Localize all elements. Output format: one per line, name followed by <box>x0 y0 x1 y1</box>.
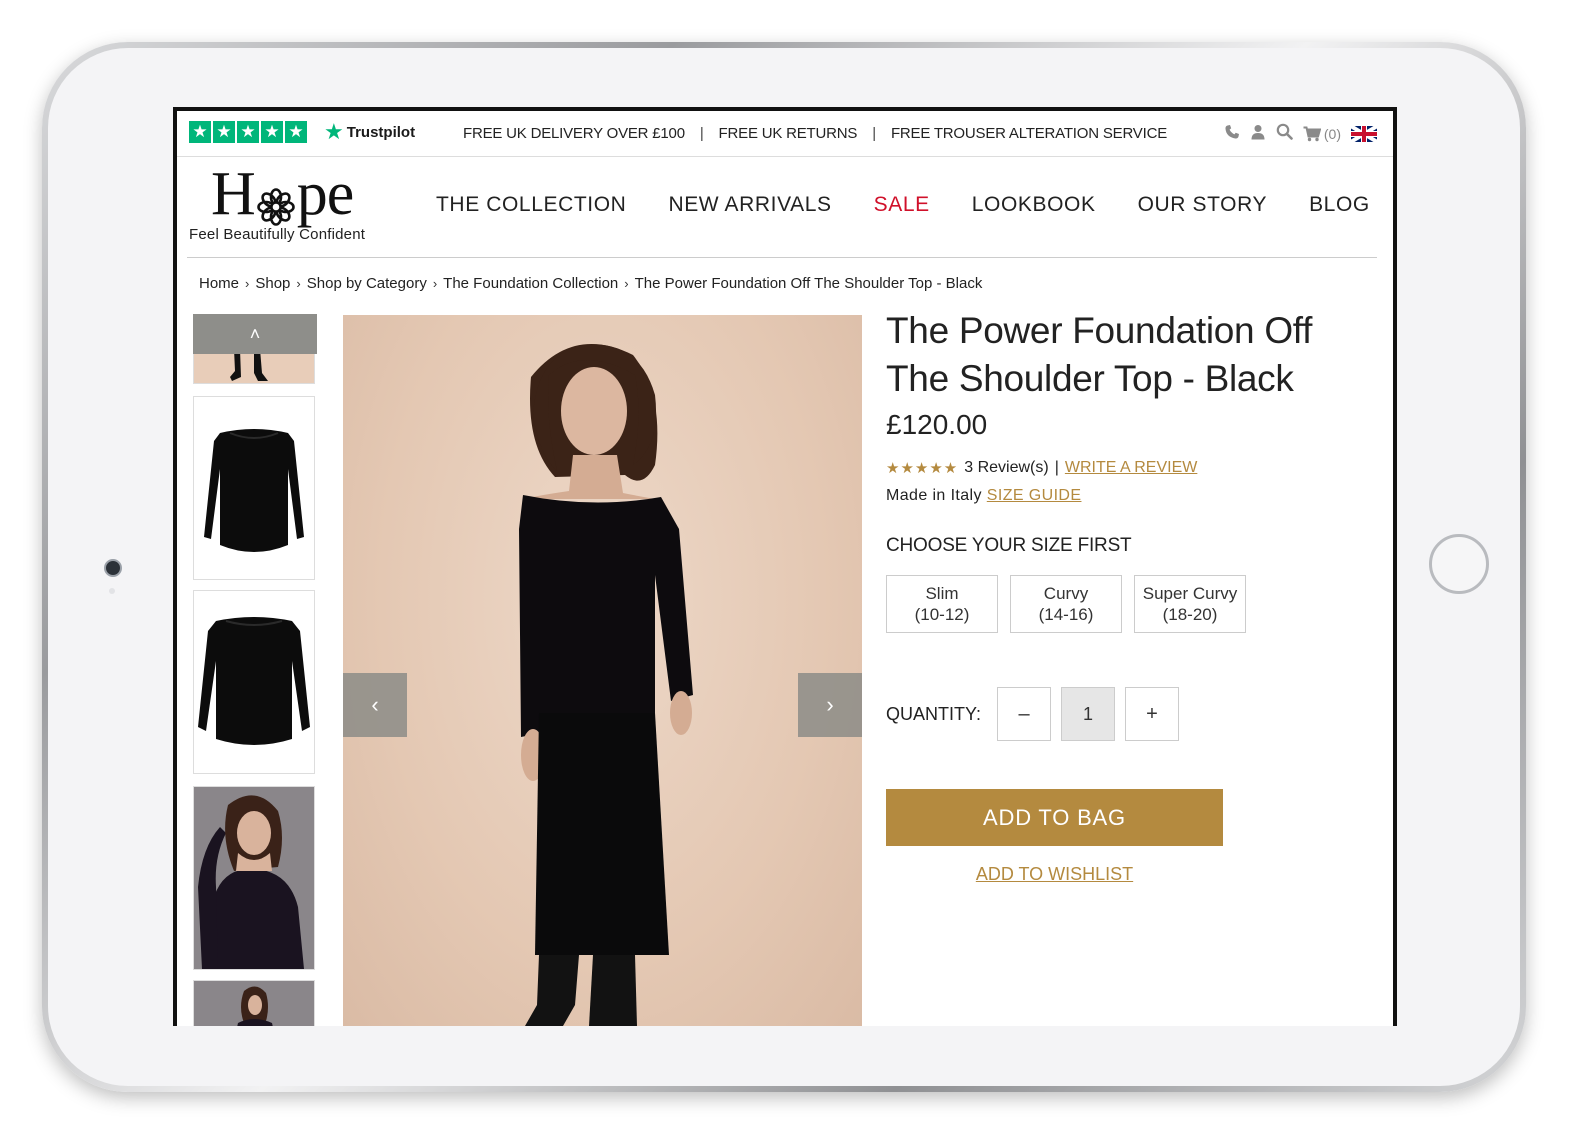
breadcrumb-foundation-collection[interactable]: The Foundation Collection <box>443 275 618 292</box>
rating-stars: ★★★★★ <box>886 460 959 477</box>
top-bar: ★ ★ ★ ★ ★ ★ Trustpilot FREE UK DELIVERY … <box>177 111 1393 157</box>
quantity-increase-button[interactable]: + <box>1125 687 1180 741</box>
made-in-label: Made in Italy <box>886 487 982 504</box>
main-product-image[interactable]: ‹ › <box>343 315 862 1026</box>
size-name: Curvy <box>1043 584 1089 603</box>
size-range: (18-20) <box>1162 605 1218 624</box>
size-option-slim[interactable]: Slim (10-12) <box>886 575 998 633</box>
product-thumbnail[interactable] <box>193 396 315 580</box>
logo-wordmark: H pe <box>189 161 365 227</box>
promo-separator: | <box>699 125 704 142</box>
product-price: £120.00 <box>886 409 988 440</box>
product-thumbnail[interactable] <box>193 786 315 970</box>
uk-flag-icon[interactable] <box>1351 126 1377 142</box>
prev-image-button[interactable]: ‹ <box>343 673 407 737</box>
size-name: Slim <box>925 584 959 603</box>
trustpilot-star-icon: ★ <box>237 121 259 143</box>
promo-returns[interactable]: FREE UK RETURNS <box>719 125 858 142</box>
nav-item-lookbook[interactable]: LOOKBOOK <box>972 193 1096 217</box>
logo-letters-right: pe <box>296 160 355 228</box>
tablet-screen: ★ ★ ★ ★ ★ ★ Trustpilot FREE UK DELIVERY … <box>173 107 1397 1026</box>
size-option-super-curvy[interactable]: Super Curvy (18-20) <box>1134 575 1246 633</box>
trustpilot-rating[interactable]: ★ ★ ★ ★ ★ <box>189 121 307 143</box>
promo-separator: | <box>872 125 876 142</box>
promo-strip: FREE UK DELIVERY OVER £100 | FREE UK RET… <box>463 125 1167 142</box>
logo-tagline: Feel Beautifully Confident <box>189 226 366 243</box>
cart-count: (0) <box>1323 126 1341 142</box>
product-thumbnail[interactable] <box>193 980 315 1026</box>
thumbnail-scroll-up-button[interactable]: ˄ <box>193 314 317 354</box>
nav-item-blog[interactable]: BLOG <box>1309 193 1370 217</box>
breadcrumb-current-product: The Power Foundation Off The Shoulder To… <box>634 275 983 292</box>
add-to-wishlist-link[interactable]: ADD TO WISHLIST <box>886 864 1223 885</box>
header-divider <box>187 257 1377 258</box>
flower-logo-icon <box>256 174 296 226</box>
product-details: The Power Foundation Off The Shoulder To… <box>886 307 1356 885</box>
breadcrumb-home[interactable]: Home <box>199 275 239 292</box>
breadcrumb-chevron-icon: › <box>432 276 438 291</box>
product-title: The Power Foundation Off The Shoulder To… <box>886 310 1313 399</box>
sensor-dot <box>109 588 115 594</box>
quantity-decrease-button[interactable]: – <box>997 687 1052 741</box>
add-to-bag-button[interactable]: ADD TO BAG <box>886 789 1223 846</box>
breadcrumb-shop-by-category[interactable]: Shop by Category <box>307 275 427 292</box>
chevron-up-icon: ˄ <box>249 324 261 344</box>
breadcrumb-chevron-icon: › <box>296 276 301 291</box>
breadcrumb-chevron-icon: › <box>624 276 629 291</box>
next-image-button[interactable]: › <box>798 673 862 737</box>
trustpilot-brand: Trustpilot <box>346 123 416 141</box>
breadcrumb-shop[interactable]: Shop <box>255 275 290 292</box>
trustpilot-star-icon: ★ <box>285 121 307 143</box>
trustpilot-star-icon: ★ <box>213 121 235 143</box>
choose-size-heading: CHOOSE YOUR SIZE FIRST <box>886 535 1132 556</box>
review-separator: | <box>1054 459 1059 476</box>
quantity-stepper: QUANTITY: – 1 + <box>886 687 1356 741</box>
rating-row: ★★★★★ 3 Review(s) | WRITE A REVIEW <box>886 459 1356 477</box>
promo-delivery[interactable]: FREE UK DELIVERY OVER £100 <box>463 125 685 142</box>
site-logo[interactable]: H pe Feel Beautifully Confident <box>189 161 365 243</box>
write-review-link[interactable]: WRITE A REVIEW <box>1065 459 1197 477</box>
trustpilot-logo[interactable]: ★ Trustpilot <box>324 121 415 143</box>
size-range: (14-16) <box>1038 605 1094 624</box>
nav-item-new-arrivals[interactable]: NEW ARRIVALS <box>668 193 831 217</box>
breadcrumb-chevron-icon: › <box>245 276 250 291</box>
quantity-label: QUANTITY: <box>886 703 982 724</box>
size-guide-link[interactable]: SIZE GUIDE <box>987 487 1082 504</box>
breadcrumb: Home › Shop › Shop by Category › The Fou… <box>199 275 982 292</box>
quantity-input[interactable]: 1 <box>1061 687 1116 741</box>
trustpilot-star-icon: ★ <box>189 121 211 143</box>
nav-item-collection[interactable]: THE COLLECTION <box>436 193 626 217</box>
chevron-left-icon: ‹ <box>371 692 379 717</box>
nav-item-our-story[interactable]: OUR STORY <box>1138 193 1267 217</box>
main-nav: THE COLLECTION NEW ARRIVALS SALE LOOKBOO… <box>436 193 1370 217</box>
review-count[interactable]: 3 Review(s) <box>964 459 1048 477</box>
size-name: Super Curvy <box>1142 584 1238 603</box>
trustpilot-star-icon: ★ <box>261 121 283 143</box>
size-range: (10-12) <box>914 605 970 624</box>
nav-item-sale[interactable]: SALE <box>874 193 930 217</box>
model-photo <box>519 344 693 1026</box>
size-options: Slim (10-12) Curvy (14-16) Super Curvy (… <box>886 575 1356 633</box>
size-option-curvy[interactable]: Curvy (14-16) <box>1010 575 1122 633</box>
camera-icon <box>104 559 122 577</box>
search-icon[interactable] <box>1276 123 1293 145</box>
promo-alterations[interactable]: FREE TROUSER ALTERATION SERVICE <box>891 125 1167 142</box>
chevron-right-icon: › <box>826 692 834 717</box>
web-page: ★ ★ ★ ★ ★ ★ Trustpilot FREE UK DELIVERY … <box>177 111 1393 1026</box>
logo-letters-left: H <box>211 160 256 228</box>
product-thumbnail[interactable] <box>193 590 315 774</box>
trustpilot-star-logo-icon: ★ <box>324 119 344 144</box>
account-icon[interactable] <box>1250 124 1266 145</box>
origin-row: Made in Italy SIZE GUIDE <box>886 487 1356 505</box>
cart-icon[interactable]: (0) <box>1303 126 1341 142</box>
phone-icon[interactable] <box>1224 124 1240 145</box>
utility-icons: (0) <box>1224 123 1377 145</box>
home-button[interactable] <box>1429 534 1489 594</box>
